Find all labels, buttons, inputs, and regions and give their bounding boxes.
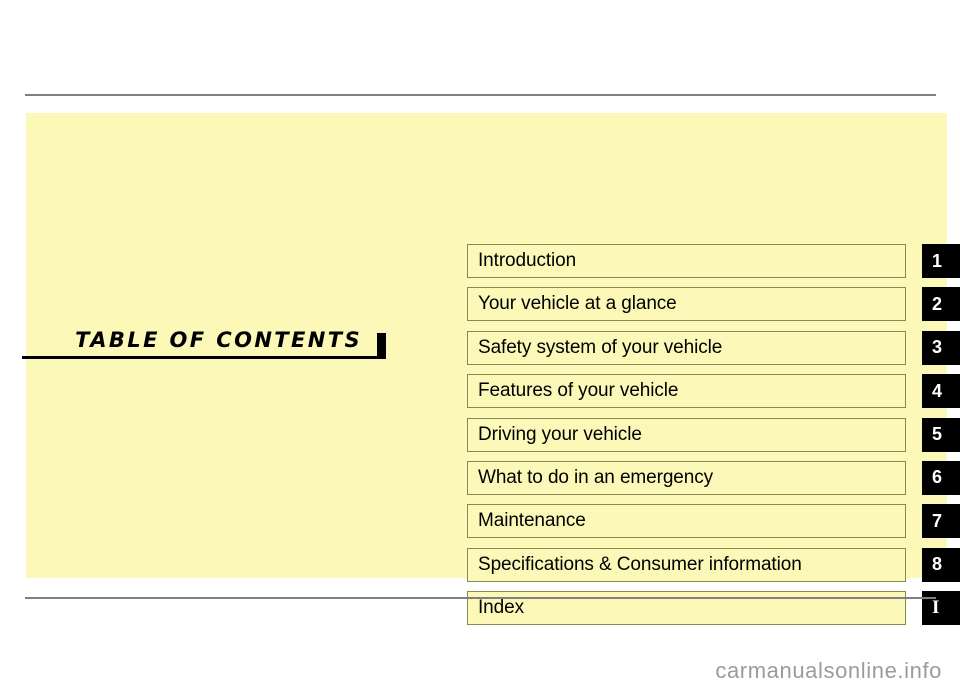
site-watermark: carmanualsonline.info [715,658,942,683]
chapter-label[interactable]: What to do in an emergency [467,460,906,495]
list-item[interactable]: Safety system of your vehicle 3 [467,330,960,365]
chapter-tab-marker[interactable]: 5 [922,417,960,452]
chapter-tab-marker[interactable]: 7 [922,504,960,539]
list-item[interactable]: Features of your vehicle 4 [467,374,960,409]
header-divider-rule [25,94,936,96]
list-item[interactable]: Driving your vehicle 5 [467,417,960,452]
chapter-list: Introduction 1 Your vehicle at a glance … [467,244,960,626]
chapter-label[interactable]: Specifications & Consumer information [467,547,906,582]
chapter-tab-marker[interactable]: 4 [922,374,960,409]
chapter-tab-marker[interactable]: 6 [922,460,960,495]
page-title-underline [22,356,380,359]
chapter-label[interactable]: Features of your vehicle [467,374,906,409]
table-of-contents-panel: TABLE OF CONTENTS Introduction 1 Your ve… [22,113,960,626]
page-title-end-marker [377,333,386,359]
chapter-label[interactable]: Safety system of your vehicle [467,330,906,365]
chapter-label[interactable]: Maintenance [467,504,906,539]
chapter-label[interactable]: Driving your vehicle [467,417,906,452]
list-item[interactable]: Introduction 1 [467,244,960,278]
chapter-label[interactable]: Introduction [467,244,906,278]
chapter-tab-marker[interactable]: 2 [922,287,960,322]
chapter-tab-marker[interactable]: 1 [922,244,960,278]
chapter-tab-marker[interactable]: 8 [922,547,960,582]
list-item[interactable]: What to do in an emergency 6 [467,460,960,495]
list-item[interactable]: Your vehicle at a glance 2 [467,287,960,322]
list-item[interactable]: Specifications & Consumer information 8 [467,547,960,582]
page-title-group: TABLE OF CONTENTS [22,309,412,359]
chapter-label[interactable]: Your vehicle at a glance [467,287,906,322]
chapter-tab-marker[interactable]: 3 [922,330,960,365]
footer-divider-rule [25,597,936,599]
page-title: TABLE OF CONTENTS [75,328,362,352]
list-item[interactable]: Maintenance 7 [467,504,960,539]
